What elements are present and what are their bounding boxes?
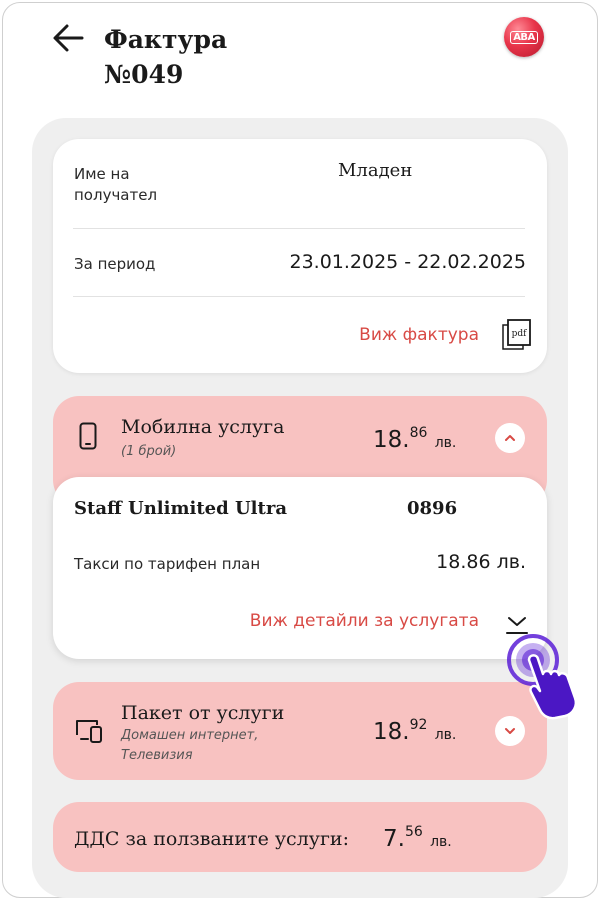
amount-decimals: 56 [404, 824, 423, 840]
amount-main: 7. [383, 826, 405, 852]
invoice-info-card: Име на получател Младен За период 23.01.… [53, 139, 547, 373]
divider [73, 228, 525, 229]
bundle-service-subtitle: Домашен интернет, Телевизия [121, 726, 258, 766]
recipient-label-line1: Име на [74, 165, 130, 183]
vat-section: ДДС за ползваните услуги: 7.56 лв. [53, 802, 547, 872]
amount-decimals: 86 [409, 425, 428, 441]
amount-main: 18. [373, 427, 410, 453]
amount-currency: лв. [434, 727, 457, 743]
recipient-label-line2: получател [74, 186, 158, 204]
view-invoice-link[interactable]: Виж фактура [359, 325, 479, 345]
chevron-up-icon [505, 435, 515, 441]
phone-icon [79, 422, 97, 454]
page-title-line1: Фактура [104, 25, 228, 54]
mobile-service-detail-card: Staff Unlimited Ultra 0896 Такси по тари… [53, 477, 547, 659]
amount-decimals: 92 [409, 717, 428, 733]
mobile-service-count: (1 брой) [121, 444, 177, 459]
tariff-fee-label: Такси по тарифен план [74, 555, 261, 573]
recipient-value: Младен [338, 160, 413, 181]
plan-number: 0896 [407, 498, 458, 519]
page-title-line2: №049 [104, 60, 184, 89]
vat-label: ДДС за ползваните услуги: [74, 828, 349, 850]
bundle-service-amount: 18.92 лв. [373, 717, 456, 745]
chevron-down-icon [505, 728, 515, 734]
period-value: 23.01.2025 - 22.02.2025 [289, 251, 526, 273]
amount-main: 18. [373, 719, 410, 745]
mobile-service-title: Мобилна услуга [121, 416, 285, 438]
tariff-fee-value: 18.86 лв. [436, 551, 526, 573]
bundle-service-section[interactable]: Пакет от услуги Домашен интернет, Телеви… [53, 682, 547, 780]
divider [73, 296, 525, 297]
back-arrow-icon[interactable] [48, 18, 88, 58]
view-service-details-link[interactable]: Виж детайли за услугата [250, 611, 479, 631]
devices-icon [75, 718, 105, 748]
tap-pointer-hand-icon [505, 632, 595, 722]
plan-name: Staff Unlimited Ultra [74, 498, 287, 519]
bundle-service-title: Пакет от услуги [121, 702, 285, 724]
pdf-icon-text: pdf [512, 329, 528, 339]
mobile-service-amount: 18.86 лв. [373, 425, 456, 453]
page-title: Фактура №049 [104, 22, 227, 92]
amount-currency: лв. [430, 834, 452, 850]
brand-logo-text: ABA [510, 30, 538, 44]
recipient-label: Име на получател [74, 164, 157, 206]
vat-amount: 7.56 лв. [383, 824, 452, 852]
bundle-subtitle-line1: Домашен интернет, [121, 728, 259, 743]
bundle-subtitle-line2: Телевизия [121, 748, 193, 763]
pdf-icon[interactable]: pdf [502, 319, 532, 351]
amount-currency: лв. [434, 435, 457, 451]
brand-logo: ABA [504, 17, 544, 57]
collapse-mobile-button[interactable] [495, 423, 525, 453]
period-label: За период [74, 255, 156, 273]
